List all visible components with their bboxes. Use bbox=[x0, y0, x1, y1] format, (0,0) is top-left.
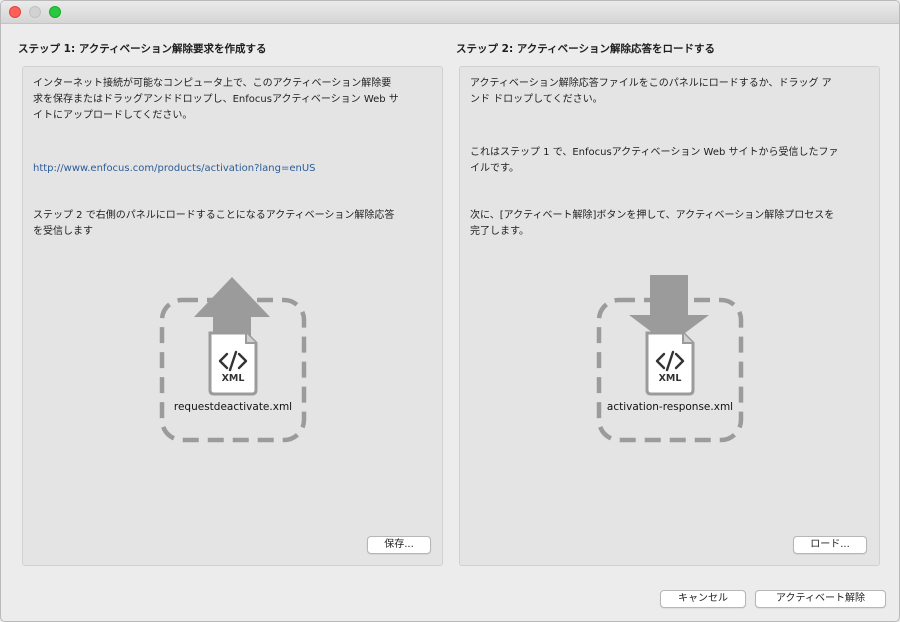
step2-para2-line1: これはステップ 1 で、Enfocusアクティベーション Web サイトから受信… bbox=[470, 147, 839, 158]
deactivate-button[interactable]: アクティベート解除 bbox=[755, 590, 886, 608]
response-file-drop-target[interactable]: XML activation-response.xml bbox=[595, 275, 745, 445]
step1-para2-line1: ステップ 2 で右側のパネルにロードすることになるアクティベーション解除応答 bbox=[33, 210, 395, 221]
step1-panel: インターネット接続が可能なコンピュータ上で、このアクティベーション解除要 求を保… bbox=[22, 66, 443, 566]
save-button[interactable]: 保存... bbox=[367, 536, 431, 554]
cancel-button[interactable]: キャンセル bbox=[660, 590, 746, 608]
step1-para1-line3: イトにアップロードしてください。 bbox=[33, 110, 193, 121]
step2-instructions: アクティベーション解除応答ファイルをこのパネルにロードするか、ドラッグ ア ンド… bbox=[470, 76, 832, 108]
step1-para1-line1: インターネット接続が可能なコンピュータ上で、このアクティベーション解除要 bbox=[33, 78, 392, 89]
close-window-button[interactable] bbox=[9, 6, 21, 18]
upload-arrow-icon bbox=[194, 277, 270, 339]
step2-para2-line2: イルです。 bbox=[470, 163, 519, 174]
step1-para2-line2: を受信します bbox=[33, 226, 93, 237]
step1-note: ステップ 2 で右側のパネルにロードすることになるアクティベーション解除応答 を… bbox=[33, 208, 394, 240]
upload-dropzone-graphic bbox=[159, 277, 307, 443]
download-dropzone-graphic bbox=[596, 275, 744, 443]
xml-badge: XML bbox=[658, 373, 682, 384]
step2-panel: アクティベーション解除応答ファイルをこのパネルにロードするか、ドラッグ ア ンド… bbox=[459, 66, 880, 566]
step2-para1-line2: ンド ドロップしてください。 bbox=[470, 94, 603, 105]
step1-instructions: インターネット接続が可能なコンピュータ上で、このアクティベーション解除要 求を保… bbox=[33, 76, 399, 124]
step1-heading: ステップ 1: アクティベーション解除要求を作成する bbox=[18, 43, 267, 55]
step1-para1-line2: 求を保存またはドラッグアンドドロップし、Enfocusアクティベーション Web… bbox=[33, 94, 399, 105]
step2-para1-line1: アクティベーション解除応答ファイルをこのパネルにロードするか、ドラッグ ア bbox=[470, 78, 832, 89]
step2-heading: ステップ 2: アクティベーション解除応答をロードする bbox=[456, 43, 715, 55]
title-bar bbox=[1, 1, 899, 24]
step2-para3-line2: 完了します。 bbox=[470, 226, 529, 237]
request-file-name: requestdeactivate.xml bbox=[173, 401, 293, 413]
load-button[interactable]: ロード... bbox=[793, 536, 867, 554]
response-file-name: activation-response.xml bbox=[606, 401, 734, 413]
minimize-window-button[interactable] bbox=[29, 6, 41, 18]
step2-para3-line1: 次に、[アクティベート解除]ボタンを押して、アクティベーション解除プロセスを bbox=[470, 210, 835, 221]
step2-next-note: 次に、[アクティベート解除]ボタンを押して、アクティベーション解除プロセスを 完… bbox=[470, 208, 834, 240]
step2-file-note: これはステップ 1 で、Enfocusアクティベーション Web サイトから受信… bbox=[470, 145, 839, 177]
activation-site-link[interactable]: http://www.enfocus.com/products/activati… bbox=[33, 161, 316, 177]
zoom-window-button[interactable] bbox=[49, 6, 61, 18]
xml-file-icon bbox=[645, 331, 695, 396]
xml-file-icon bbox=[208, 331, 258, 396]
deactivation-window: ステップ 1: アクティベーション解除要求を作成する インターネット接続が可能な… bbox=[0, 0, 900, 622]
xml-badge: XML bbox=[221, 373, 245, 384]
request-file-drag-source[interactable]: XML requestdeactivate.xml bbox=[158, 275, 308, 445]
